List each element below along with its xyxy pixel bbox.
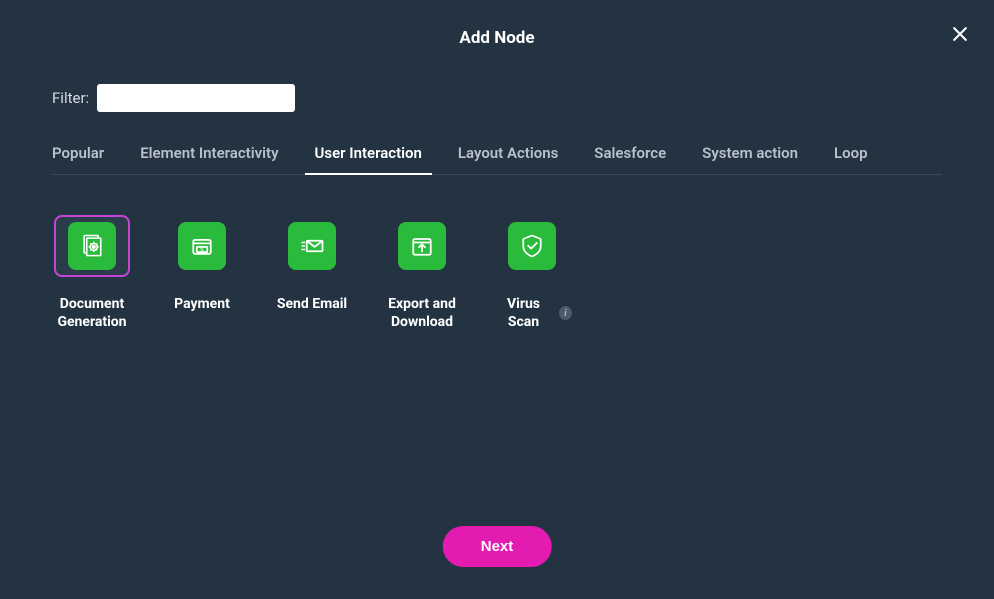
tabs: Popular Element Interactivity User Inter… bbox=[52, 144, 942, 175]
node-label: Payment bbox=[174, 295, 230, 313]
node-label: Virus Scan i bbox=[492, 295, 572, 331]
close-button[interactable] bbox=[948, 22, 972, 46]
wallet-icon: $ bbox=[178, 222, 226, 270]
tab-user-interaction[interactable]: User Interaction bbox=[315, 144, 422, 174]
node-label: Document Generation bbox=[52, 295, 132, 331]
svg-text:$: $ bbox=[200, 247, 204, 254]
filter-input[interactable] bbox=[97, 84, 295, 112]
modal-title: Add Node bbox=[0, 0, 994, 48]
tab-layout-actions[interactable]: Layout Actions bbox=[458, 144, 558, 174]
node-virus-scan[interactable]: Virus Scan i bbox=[492, 215, 572, 331]
node-label: Export and Download bbox=[382, 295, 462, 331]
add-node-modal: Add Node Filter: Popular Element Interac… bbox=[0, 0, 994, 599]
node-icon-wrap: $ bbox=[164, 215, 240, 277]
node-label-text: Virus Scan bbox=[492, 295, 555, 331]
filter-label: Filter: bbox=[52, 89, 89, 107]
tab-system-action[interactable]: System action bbox=[702, 144, 798, 174]
node-export-download[interactable]: Export and Download bbox=[382, 215, 462, 331]
node-icon-wrap bbox=[274, 215, 350, 277]
nodes-grid: Document Generation $ Payment Send Email bbox=[0, 175, 994, 331]
export-icon bbox=[398, 222, 446, 270]
tab-loop[interactable]: Loop bbox=[834, 144, 868, 174]
document-gear-icon bbox=[68, 222, 116, 270]
send-email-icon bbox=[288, 222, 336, 270]
node-document-generation[interactable]: Document Generation bbox=[52, 215, 132, 331]
next-button[interactable]: Next bbox=[443, 526, 552, 567]
shield-check-icon bbox=[508, 222, 556, 270]
node-icon-wrap bbox=[494, 215, 570, 277]
node-icon-wrap bbox=[54, 215, 130, 277]
tab-element-interactivity[interactable]: Element Interactivity bbox=[140, 144, 278, 174]
info-icon[interactable]: i bbox=[559, 306, 572, 320]
tab-salesforce[interactable]: Salesforce bbox=[594, 144, 666, 174]
node-label: Send Email bbox=[277, 295, 347, 313]
close-icon bbox=[950, 24, 970, 44]
filter-row: Filter: bbox=[0, 48, 994, 112]
node-icon-wrap bbox=[384, 215, 460, 277]
node-send-email[interactable]: Send Email bbox=[272, 215, 352, 331]
tab-popular[interactable]: Popular bbox=[52, 144, 104, 174]
node-payment[interactable]: $ Payment bbox=[162, 215, 242, 331]
